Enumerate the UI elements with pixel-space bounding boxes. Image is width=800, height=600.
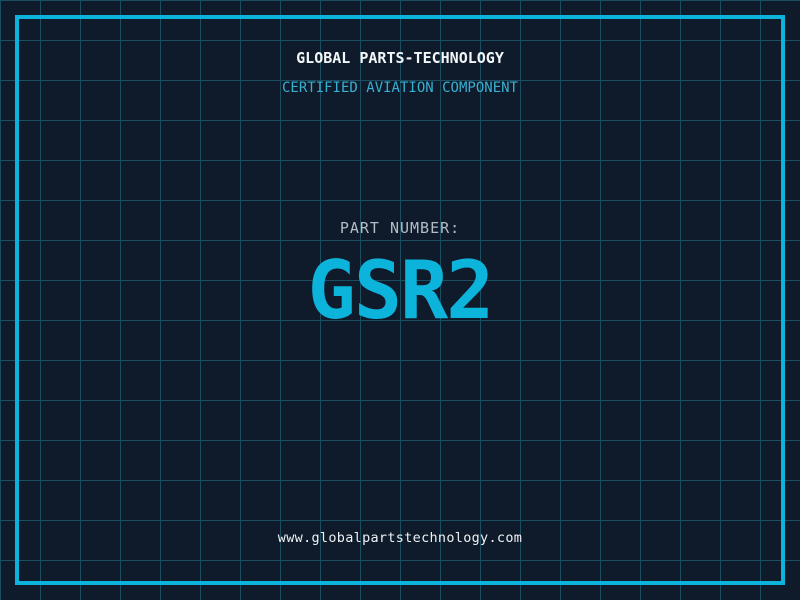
company-name: GLOBAL PARTS-TECHNOLOGY bbox=[296, 49, 504, 67]
website-url: www.globalpartstechnology.com bbox=[277, 530, 523, 546]
certification-tagline: CERTIFIED AVIATION COMPONENT bbox=[281, 80, 518, 96]
part-number-value: GSR2 bbox=[307, 244, 495, 337]
part-number-label: PART NUMBER: bbox=[339, 219, 461, 237]
part-display-screen: GLOBAL PARTS-TECHNOLOGY CERTIFIED AVIATI… bbox=[0, 0, 800, 600]
